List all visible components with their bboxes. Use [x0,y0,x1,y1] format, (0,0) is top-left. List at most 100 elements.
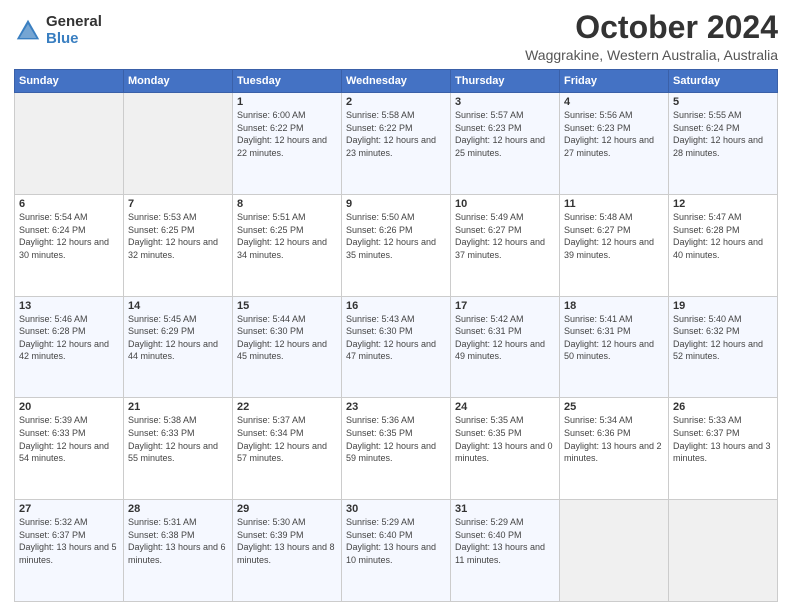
day-content: Sunrise: 5:45 AMSunset: 6:29 PMDaylight:… [128,313,228,363]
weekday-header-saturday: Saturday [669,70,778,93]
day-content: Sunrise: 5:29 AMSunset: 6:40 PMDaylight:… [455,516,555,566]
calendar-cell: 29Sunrise: 5:30 AMSunset: 6:39 PMDayligh… [233,500,342,602]
day-content: Sunrise: 5:37 AMSunset: 6:34 PMDaylight:… [237,414,337,464]
day-number: 30 [346,503,446,515]
day-content: Sunrise: 5:31 AMSunset: 6:38 PMDaylight:… [128,516,228,566]
day-number: 31 [455,503,555,515]
calendar-cell: 28Sunrise: 5:31 AMSunset: 6:38 PMDayligh… [124,500,233,602]
weekday-header-thursday: Thursday [451,70,560,93]
day-content: Sunrise: 5:53 AMSunset: 6:25 PMDaylight:… [128,211,228,261]
calendar-cell: 27Sunrise: 5:32 AMSunset: 6:37 PMDayligh… [15,500,124,602]
calendar-cell: 15Sunrise: 5:44 AMSunset: 6:30 PMDayligh… [233,296,342,398]
day-content: Sunrise: 5:29 AMSunset: 6:40 PMDaylight:… [346,516,446,566]
day-content: Sunrise: 5:42 AMSunset: 6:31 PMDaylight:… [455,313,555,363]
calendar-cell: 12Sunrise: 5:47 AMSunset: 6:28 PMDayligh… [669,194,778,296]
day-number: 15 [237,300,337,312]
day-content: Sunrise: 5:58 AMSunset: 6:22 PMDaylight:… [346,109,446,159]
calendar-week-3: 20Sunrise: 5:39 AMSunset: 6:33 PMDayligh… [15,398,778,500]
calendar-cell: 16Sunrise: 5:43 AMSunset: 6:30 PMDayligh… [342,296,451,398]
day-number: 22 [237,401,337,413]
weekday-row: SundayMondayTuesdayWednesdayThursdayFrid… [15,70,778,93]
calendar-cell: 20Sunrise: 5:39 AMSunset: 6:33 PMDayligh… [15,398,124,500]
day-number: 14 [128,300,228,312]
calendar-cell: 10Sunrise: 5:49 AMSunset: 6:27 PMDayligh… [451,194,560,296]
calendar-cell: 6Sunrise: 5:54 AMSunset: 6:24 PMDaylight… [15,194,124,296]
day-content: Sunrise: 5:55 AMSunset: 6:24 PMDaylight:… [673,109,773,159]
calendar-cell: 2Sunrise: 5:58 AMSunset: 6:22 PMDaylight… [342,93,451,195]
calendar-cell: 19Sunrise: 5:40 AMSunset: 6:32 PMDayligh… [669,296,778,398]
day-content: Sunrise: 5:39 AMSunset: 6:33 PMDaylight:… [19,414,119,464]
day-number: 8 [237,198,337,210]
day-number: 24 [455,401,555,413]
calendar-cell: 8Sunrise: 5:51 AMSunset: 6:25 PMDaylight… [233,194,342,296]
calendar-cell [560,500,669,602]
calendar-cell: 14Sunrise: 5:45 AMSunset: 6:29 PMDayligh… [124,296,233,398]
day-content: Sunrise: 5:30 AMSunset: 6:39 PMDaylight:… [237,516,337,566]
day-number: 28 [128,503,228,515]
calendar-cell: 1Sunrise: 6:00 AMSunset: 6:22 PMDaylight… [233,93,342,195]
day-content: Sunrise: 5:36 AMSunset: 6:35 PMDaylight:… [346,414,446,464]
logo-general-text: General [46,14,102,31]
day-content: Sunrise: 5:33 AMSunset: 6:37 PMDaylight:… [673,414,773,464]
calendar-cell [669,500,778,602]
day-number: 16 [346,300,446,312]
calendar-cell: 31Sunrise: 5:29 AMSunset: 6:40 PMDayligh… [451,500,560,602]
day-number: 6 [19,198,119,210]
day-content: Sunrise: 5:38 AMSunset: 6:33 PMDaylight:… [128,414,228,464]
day-number: 23 [346,401,446,413]
subtitle: Waggrakine, Western Australia, Australia [525,47,778,63]
day-number: 17 [455,300,555,312]
day-content: Sunrise: 5:47 AMSunset: 6:28 PMDaylight:… [673,211,773,261]
logo-text: General Blue [46,14,102,47]
calendar-cell: 11Sunrise: 5:48 AMSunset: 6:27 PMDayligh… [560,194,669,296]
day-number: 21 [128,401,228,413]
page: General Blue October 2024 Waggrakine, We… [0,0,792,612]
logo-icon [14,17,42,45]
weekday-header-tuesday: Tuesday [233,70,342,93]
day-number: 5 [673,96,773,108]
calendar-week-1: 6Sunrise: 5:54 AMSunset: 6:24 PMDaylight… [15,194,778,296]
day-number: 11 [564,198,664,210]
day-content: Sunrise: 5:54 AMSunset: 6:24 PMDaylight:… [19,211,119,261]
day-number: 27 [19,503,119,515]
day-number: 26 [673,401,773,413]
calendar-cell: 17Sunrise: 5:42 AMSunset: 6:31 PMDayligh… [451,296,560,398]
day-number: 18 [564,300,664,312]
calendar-cell: 9Sunrise: 5:50 AMSunset: 6:26 PMDaylight… [342,194,451,296]
calendar-cell: 4Sunrise: 5:56 AMSunset: 6:23 PMDaylight… [560,93,669,195]
day-content: Sunrise: 5:35 AMSunset: 6:35 PMDaylight:… [455,414,555,464]
calendar-cell: 25Sunrise: 5:34 AMSunset: 6:36 PMDayligh… [560,398,669,500]
calendar-cell: 13Sunrise: 5:46 AMSunset: 6:28 PMDayligh… [15,296,124,398]
calendar-cell: 23Sunrise: 5:36 AMSunset: 6:35 PMDayligh… [342,398,451,500]
weekday-header-monday: Monday [124,70,233,93]
calendar-cell: 21Sunrise: 5:38 AMSunset: 6:33 PMDayligh… [124,398,233,500]
day-content: Sunrise: 5:57 AMSunset: 6:23 PMDaylight:… [455,109,555,159]
calendar-cell: 7Sunrise: 5:53 AMSunset: 6:25 PMDaylight… [124,194,233,296]
day-content: Sunrise: 6:00 AMSunset: 6:22 PMDaylight:… [237,109,337,159]
day-content: Sunrise: 5:51 AMSunset: 6:25 PMDaylight:… [237,211,337,261]
day-number: 29 [237,503,337,515]
calendar-cell [124,93,233,195]
day-number: 4 [564,96,664,108]
day-content: Sunrise: 5:43 AMSunset: 6:30 PMDaylight:… [346,313,446,363]
day-number: 3 [455,96,555,108]
calendar-cell: 26Sunrise: 5:33 AMSunset: 6:37 PMDayligh… [669,398,778,500]
calendar-header: SundayMondayTuesdayWednesdayThursdayFrid… [15,70,778,93]
day-content: Sunrise: 5:34 AMSunset: 6:36 PMDaylight:… [564,414,664,464]
day-content: Sunrise: 5:50 AMSunset: 6:26 PMDaylight:… [346,211,446,261]
day-content: Sunrise: 5:48 AMSunset: 6:27 PMDaylight:… [564,211,664,261]
day-content: Sunrise: 5:56 AMSunset: 6:23 PMDaylight:… [564,109,664,159]
main-title: October 2024 [525,10,778,45]
day-number: 13 [19,300,119,312]
day-content: Sunrise: 5:41 AMSunset: 6:31 PMDaylight:… [564,313,664,363]
calendar-week-0: 1Sunrise: 6:00 AMSunset: 6:22 PMDaylight… [15,93,778,195]
calendar-cell: 18Sunrise: 5:41 AMSunset: 6:31 PMDayligh… [560,296,669,398]
day-content: Sunrise: 5:44 AMSunset: 6:30 PMDaylight:… [237,313,337,363]
day-number: 2 [346,96,446,108]
day-number: 25 [564,401,664,413]
calendar-cell: 30Sunrise: 5:29 AMSunset: 6:40 PMDayligh… [342,500,451,602]
calendar-cell: 22Sunrise: 5:37 AMSunset: 6:34 PMDayligh… [233,398,342,500]
day-content: Sunrise: 5:32 AMSunset: 6:37 PMDaylight:… [19,516,119,566]
weekday-header-sunday: Sunday [15,70,124,93]
day-number: 9 [346,198,446,210]
